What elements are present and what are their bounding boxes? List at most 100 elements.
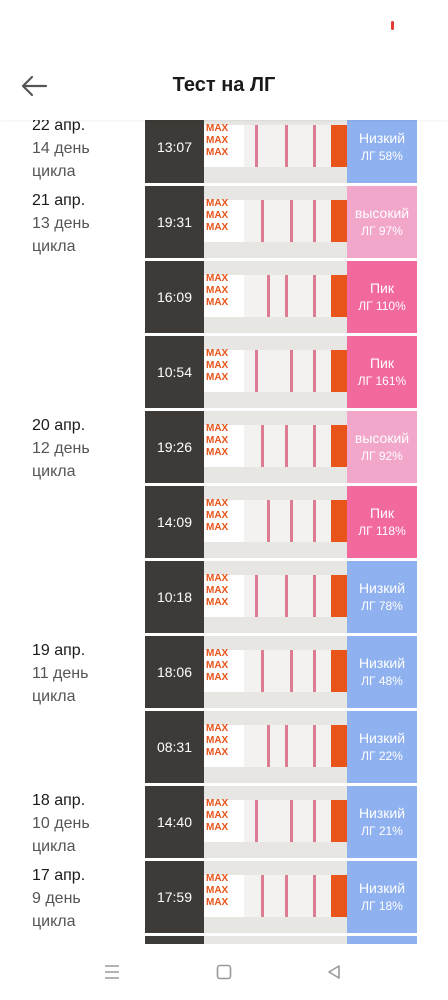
test-line [290,650,293,692]
cycle-day-label: 9 день цикла [32,890,81,930]
result-level-label: Низкий [358,130,406,146]
test-line [255,350,258,392]
result-lh-value: ЛГ 110% [358,299,406,313]
time-label: 14:09 [156,514,193,530]
system-nav-bar [0,944,448,1000]
strip-handle [331,200,347,242]
time-label: 17:59 [156,889,193,905]
cycle-day-label: 12 день цикла [32,440,90,480]
test-strip-photo[interactable]: MAX MAX MAX 16:09 [145,261,347,333]
test-row[interactable]: MAX MAX MAX 14:09 Пик ЛГ 118% [0,486,448,561]
test-row[interactable]: 20 апр. 12 день цикла MAX MAX MAX 19:26 вы… [0,411,448,486]
back-triangle-icon[interactable] [322,960,346,984]
test-line [285,575,288,617]
control-line [313,275,316,317]
lh-result-badge: Низкий ЛГ 18% [347,861,417,933]
test-row[interactable]: 22 апр. 14 день цикла MAX MAX MAX 13:07 Ни… [0,120,448,186]
max-mark: MAX MAX MAX [206,123,229,158]
time-label: 10:18 [156,589,193,605]
time-label: 10:54 [156,364,193,380]
test-strip-photo[interactable]: MAX MAX MAX 18:06 [145,636,347,708]
test-row[interactable]: 17 апр. 9 день цикла MAX MAX MAX 17:59 Низ… [0,861,448,936]
date-label: 18 апр. [32,792,86,809]
date-block: 19 апр. 11 день цикла [32,640,127,708]
result-level-label: высокий [354,205,410,221]
result-lh-value: ЛГ 18% [361,899,403,913]
time-label: 19:26 [156,439,193,455]
date-label: 19 апр. [32,642,86,659]
test-strip-photo[interactable]: MAX MAX MAX 13:07 [145,120,347,183]
cycle-day-label: 14 день цикла [32,140,90,180]
test-row[interactable]: MAX MAX MAX 16:09 Пик ЛГ 110% [0,261,448,336]
max-mark: MAX MAX MAX [206,273,229,308]
lh-result-badge: Низкий ЛГ 58% [347,120,417,183]
test-row[interactable]: 19 апр. 11 день цикла MAX MAX MAX 18:06 Ни… [0,636,448,711]
lh-result-badge: высокий ЛГ 97% [347,186,417,258]
lh-result-badge: Низкий ЛГ 48% [347,636,417,708]
test-strip-photo[interactable]: MAX MAX MAX 14:09 [145,486,347,558]
strip-handle [331,650,347,692]
result-lh-value: ЛГ 58% [361,149,403,163]
test-line [285,275,288,317]
control-line [313,725,316,767]
max-mark: MAX MAX MAX [206,198,229,233]
test-list: 22 апр. 14 день цикла MAX MAX MAX 13:07 Ни… [0,120,448,944]
strip-handle [331,125,347,167]
test-line [290,800,293,842]
lh-result-badge: Низкий ЛГ 22% [347,711,417,783]
result-lh-value: ЛГ 21% [361,824,403,838]
result-level-label: Низкий [358,730,406,746]
test-strip-photo[interactable]: MAX MAX MAX 19:31 [145,186,347,258]
test-line [261,425,264,467]
cycle-day-label: 10 день цикла [32,815,90,855]
test-row[interactable]: 21 апр. 13 день цикла MAX MAX MAX 19:31 вы… [0,186,448,261]
max-mark: MAX MAX MAX [206,873,229,908]
lh-result-badge: Пик ЛГ 110% [347,261,417,333]
strip-handle [331,575,347,617]
lh-result-badge: Низкий ЛГ 21% [347,786,417,858]
strip-handle [331,275,347,317]
date-block: 20 апр. 12 день цикла [32,415,127,483]
control-line [313,650,316,692]
test-strip-photo[interactable]: MAX MAX MAX 17:59 [145,861,347,933]
max-mark: MAX MAX MAX [206,573,229,608]
test-row[interactable]: 18 апр. 10 день цикла MAX MAX MAX 14:40 Ни… [0,786,448,861]
cycle-day-label: 11 день цикла [32,665,89,705]
test-row[interactable]: 16 апр. MAXMAXMAX [0,936,448,944]
date-block: 21 апр. 13 день цикла [32,190,127,258]
test-strip-photo[interactable]: MAXMAXMAX [145,936,347,944]
status-bar [0,0,448,44]
date-block: 17 апр. 9 день цикла [32,865,127,933]
test-strip-photo[interactable]: MAX MAX MAX 08:31 [145,711,347,783]
control-line [313,500,316,542]
test-row[interactable]: MAX MAX MAX 10:18 Низкий ЛГ 78% [0,561,448,636]
app-header: Тест на ЛГ [0,44,448,120]
test-list-viewport[interactable]: 22 апр. 14 день цикла MAX MAX MAX 13:07 Ни… [0,120,448,944]
max-mark: MAX MAX MAX [206,423,229,458]
test-line [267,500,270,542]
time-label: 16:09 [156,289,193,305]
result-lh-value: ЛГ 161% [357,374,407,388]
max-mark: MAX MAX MAX [206,498,229,533]
test-strip-photo[interactable]: MAX MAX MAX 10:54 [145,336,347,408]
date-label: 22 апр. [32,120,86,134]
strip-handle [331,725,347,767]
result-level-label: Пик [369,505,394,521]
test-line [285,725,288,767]
home-icon[interactable] [212,960,236,984]
test-strip-photo[interactable]: MAX MAX MAX 19:26 [145,411,347,483]
menu-icon[interactable] [100,960,124,984]
test-strip-photo[interactable]: MAX MAX MAX 14:40 [145,786,347,858]
test-row[interactable]: MAX MAX MAX 10:54 Пик ЛГ 161% [0,336,448,411]
control-line [313,875,316,917]
result-lh-value: ЛГ 118% [358,524,406,538]
test-row[interactable]: MAX MAX MAX 08:31 Низкий ЛГ 22% [0,711,448,786]
test-line [261,650,264,692]
date-block: 22 апр. 14 день цикла [32,120,127,183]
result-lh-value: ЛГ 97% [361,224,403,238]
strip-handle [331,875,347,917]
test-line [285,425,288,467]
test-strip-photo[interactable]: MAX MAX MAX 10:18 [145,561,347,633]
test-line [261,875,264,917]
notification-dot [391,21,394,30]
